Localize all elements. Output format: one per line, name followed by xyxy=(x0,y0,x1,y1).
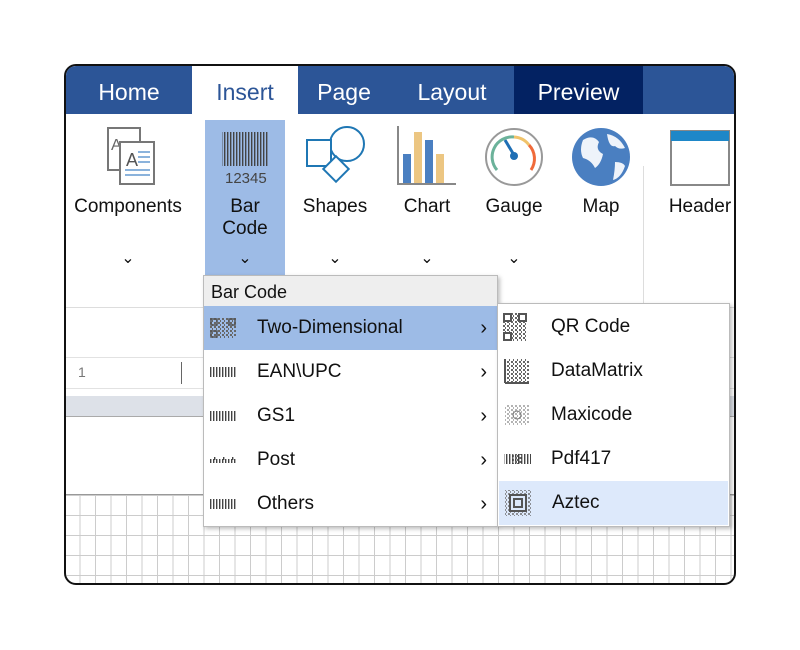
menu-item-two-dimensional[interactable]: Two-Dimensional › xyxy=(204,306,497,350)
chevron-right-icon: › xyxy=(480,449,487,471)
menu-title: Bar Code xyxy=(204,276,497,306)
submenu-item-qr-code[interactable]: QR Code xyxy=(498,305,729,349)
menu-item-gs1[interactable]: GS1 › xyxy=(204,394,497,438)
barcode-icon xyxy=(210,367,236,377)
barcode-dropdown-menu: Bar Code Two-Dimensional › EAN\UPC › GS1… xyxy=(203,275,498,527)
submenu-item-datamatrix[interactable]: DataMatrix xyxy=(498,349,729,393)
chevron-down-icon[interactable]: ⌄ xyxy=(296,248,374,268)
shapes-button[interactable]: Shapes ⌄ xyxy=(296,120,374,280)
chevron-down-icon[interactable]: ⌄ xyxy=(205,248,285,268)
submenu-item-maxicode[interactable]: Maxicode xyxy=(498,393,729,437)
row-divider xyxy=(181,362,182,384)
menu-item-post[interactable]: Post › xyxy=(204,438,497,482)
header-icon xyxy=(660,120,734,188)
chart-icon xyxy=(386,120,468,188)
tab-bar: Home Insert Page Layout Preview xyxy=(66,66,734,116)
components-icon: AA xyxy=(66,120,190,188)
tab-preview[interactable]: Preview xyxy=(514,66,643,114)
maxicode-icon xyxy=(505,405,529,425)
globe-icon xyxy=(562,120,640,188)
qr-icon xyxy=(503,313,527,341)
barcode-label-line2: Code xyxy=(222,218,268,239)
pdf417-icon xyxy=(504,454,531,464)
tab-layout[interactable]: Layout xyxy=(390,66,514,114)
submenu-item-aztec[interactable]: Aztec xyxy=(499,481,728,525)
submenu-item-pdf417[interactable]: Pdf417 xyxy=(498,437,729,481)
tab-insert[interactable]: Insert xyxy=(192,66,298,116)
chevron-down-icon[interactable]: ⌄ xyxy=(474,248,554,268)
gauge-button[interactable]: Gauge ⌄ xyxy=(474,120,554,280)
datamatrix-icon xyxy=(504,359,529,384)
aztec-icon xyxy=(505,490,531,516)
svg-text:A: A xyxy=(126,150,138,170)
barcode-icon-text: 12345 xyxy=(225,170,267,187)
chevron-down-icon[interactable]: ⌄ xyxy=(66,248,190,268)
gauge-label: Gauge xyxy=(485,196,543,217)
map-label: Map xyxy=(582,196,620,217)
tab-home[interactable]: Home xyxy=(66,66,192,114)
row-value: 1 xyxy=(78,364,86,380)
chevron-right-icon: › xyxy=(480,361,487,383)
shapes-label: Shapes xyxy=(302,196,368,217)
chevron-right-icon: › xyxy=(480,493,487,515)
gauge-icon xyxy=(474,120,554,188)
map-button[interactable]: Map xyxy=(562,120,640,280)
shapes-icon xyxy=(296,120,374,188)
postal-barcode-icon xyxy=(210,457,236,463)
tab-page[interactable]: Page xyxy=(298,66,390,114)
barcode-label-line1: Bar xyxy=(230,196,260,217)
barcode-icon xyxy=(210,499,236,509)
two-dimensional-submenu: QR Code DataMatrix Maxicode Pdf417 Aztec xyxy=(497,303,730,527)
chevron-down-icon[interactable]: ⌄ xyxy=(386,248,468,268)
barcode-icon xyxy=(210,411,236,421)
qr-icon xyxy=(210,318,236,338)
components-label: Components xyxy=(74,196,182,217)
menu-item-others[interactable]: Others › xyxy=(204,482,497,526)
header-button[interactable]: Header xyxy=(660,120,734,280)
chevron-right-icon: › xyxy=(480,317,487,339)
menu-item-ean-upc[interactable]: EAN\UPC › xyxy=(204,350,497,394)
header-label: Header xyxy=(668,196,732,217)
barcode-button[interactable]: 12345 Bar Code ⌄ xyxy=(205,120,285,280)
chart-button[interactable]: Chart ⌄ xyxy=(386,120,468,280)
chart-label: Chart xyxy=(403,196,451,217)
barcode-icon: 12345 xyxy=(205,120,285,188)
chevron-right-icon: › xyxy=(480,405,487,427)
components-button[interactable]: AA Components ⌄ xyxy=(66,120,190,280)
